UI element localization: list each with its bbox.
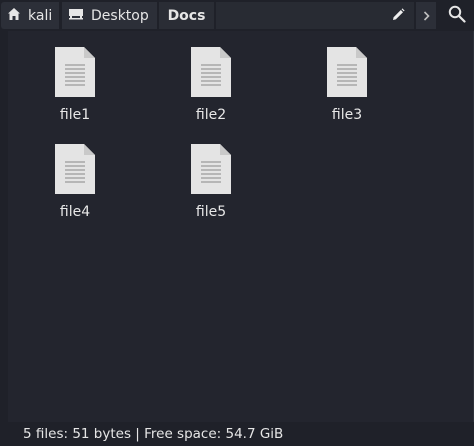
- file-item[interactable]: file2: [156, 31, 266, 123]
- chevron-right-icon: [423, 6, 430, 25]
- file-name: file4: [59, 204, 91, 220]
- path-toolbar: kali Desktop Docs: [0, 0, 474, 31]
- edit-location-button[interactable]: [384, 2, 412, 29]
- breadcrumb-label: Docs: [167, 7, 206, 24]
- breadcrumb-label: Desktop: [91, 7, 149, 24]
- text-document-icon: [53, 45, 97, 99]
- status-text: 5 files: 51 bytes | Free space: 54.7 GiB: [23, 426, 284, 442]
- file-manager-window: kali Desktop Docs file1 file2 file3 file…: [0, 0, 474, 446]
- desktop-icon: [68, 7, 84, 25]
- file-item[interactable]: file3: [292, 31, 402, 123]
- file-item[interactable]: file4: [20, 128, 130, 220]
- text-document-icon: [189, 142, 233, 196]
- breadcrumb-docs[interactable]: Docs: [159, 2, 214, 29]
- breadcrumb-desktop[interactable]: Desktop: [62, 2, 157, 29]
- home-icon: [7, 7, 21, 25]
- file-item[interactable]: file1: [20, 31, 130, 123]
- text-document-icon: [53, 142, 97, 196]
- file-name: file2: [195, 107, 227, 123]
- search-button[interactable]: [440, 0, 474, 31]
- search-icon: [448, 5, 466, 27]
- path-forward-button[interactable]: [416, 2, 436, 29]
- text-document-icon: [325, 45, 369, 99]
- text-document-icon: [189, 45, 233, 99]
- breadcrumb-label: kali: [28, 7, 53, 24]
- left-gutter: [0, 31, 8, 446]
- file-name: file3: [331, 107, 363, 123]
- status-bar: 5 files: 51 bytes | Free space: 54.7 GiB: [0, 422, 474, 446]
- pencil-icon: [392, 6, 405, 25]
- breadcrumb-home[interactable]: kali: [1, 2, 59, 29]
- file-view[interactable]: file1 file2 file3 file4 file5: [8, 31, 474, 422]
- file-item[interactable]: file5: [156, 128, 266, 220]
- file-name: file5: [195, 204, 227, 220]
- file-name: file1: [59, 107, 91, 123]
